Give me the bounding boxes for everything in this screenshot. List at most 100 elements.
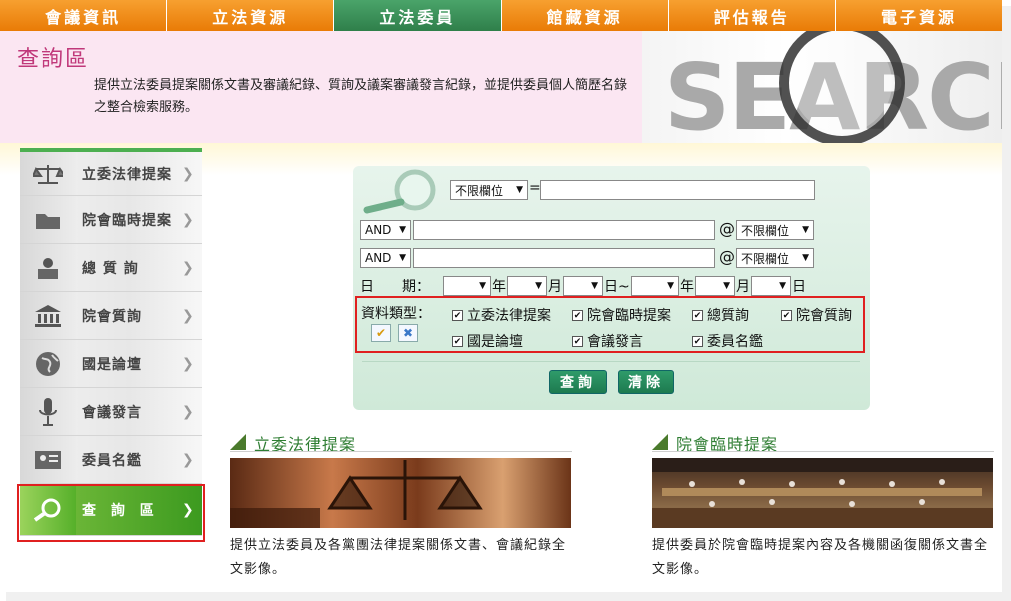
boolean-operator-select-3[interactable]: AND ▼ bbox=[360, 248, 411, 268]
folder-icon bbox=[20, 196, 76, 243]
dropdown-arrow-icon: ▼ bbox=[591, 281, 598, 291]
id-card-icon bbox=[20, 436, 76, 483]
field-select-1[interactable]: 不限欄位 ▼ bbox=[450, 180, 528, 200]
keyword-input-1[interactable] bbox=[540, 180, 815, 200]
chevron-right-icon: ❯ bbox=[182, 451, 194, 468]
speaker-podium-icon bbox=[20, 244, 76, 291]
chevron-right-icon: ❯ bbox=[182, 355, 194, 372]
sidebar-item-label: 立委法律提案 bbox=[82, 166, 172, 183]
sidebar-item-label: 院會質詢 bbox=[82, 308, 142, 325]
tab-assessment-reports[interactable]: 評估報告 bbox=[668, 0, 836, 31]
year-label: 年 bbox=[680, 279, 694, 295]
chevron-right-icon: ❯ bbox=[182, 307, 194, 324]
sidebar-item-meeting-speeches[interactable]: 會議發言 ❯ bbox=[20, 388, 202, 436]
page-header: 查詢區 提供立法委員提案關係文書及審議紀錄、質詢及議案審議發言紀錄，並提供委員個… bbox=[0, 31, 1002, 143]
month-label: 月 bbox=[736, 279, 750, 295]
start-month-select[interactable]: ▼ bbox=[507, 276, 547, 296]
sidebar-item-label: 院會臨時提案 bbox=[82, 212, 172, 229]
sidebar-item-legislator-bills[interactable]: 立委法律提案 ❯ bbox=[20, 148, 202, 196]
section-marker-icon bbox=[652, 434, 668, 450]
assembly-hall-graphic bbox=[652, 458, 993, 528]
dropdown-arrow-icon: ▼ bbox=[399, 225, 406, 235]
sidebar-item-label: 國是論壇 bbox=[82, 356, 142, 373]
equals-sign: = bbox=[529, 180, 541, 196]
page-shadow-bottom bbox=[6, 592, 1011, 601]
sidebar-item-label: 總 質 詢 bbox=[82, 260, 139, 277]
end-month-select[interactable]: ▼ bbox=[695, 276, 735, 296]
keyword-input-2[interactable] bbox=[413, 220, 715, 240]
month-label: 月 bbox=[548, 279, 562, 295]
at-sign: @ bbox=[719, 219, 735, 238]
tab-legislators[interactable]: 立法委員 bbox=[334, 0, 502, 31]
chevron-right-icon: ❯ bbox=[182, 165, 194, 182]
dropdown-arrow-icon: ▼ bbox=[479, 281, 486, 291]
dropdown-arrow-icon: ▼ bbox=[399, 253, 406, 263]
field-select-3[interactable]: 不限欄位 ▼ bbox=[736, 248, 814, 268]
chevron-right-icon: ❯ bbox=[182, 403, 194, 420]
page-title: 查詢區 bbox=[17, 47, 90, 72]
dropdown-arrow-icon: ▼ bbox=[667, 281, 674, 291]
search-banner-image: SEARCH bbox=[642, 31, 1002, 143]
tab-electronic-resources[interactable]: 電子資源 bbox=[835, 0, 1003, 31]
end-day-select[interactable]: ▼ bbox=[751, 276, 791, 296]
operator-value: AND bbox=[365, 223, 392, 237]
dropdown-arrow-icon: ▼ bbox=[779, 281, 786, 291]
dropdown-arrow-icon: ▼ bbox=[723, 281, 730, 291]
top-navigation: 會議資訊 立法資源 立法委員 館藏資源 評估報告 電子資源 bbox=[0, 0, 1003, 31]
tab-collection-resources[interactable]: 館藏資源 bbox=[501, 0, 669, 31]
dropdown-arrow-icon: ▼ bbox=[802, 225, 809, 235]
keyword-input-3[interactable] bbox=[413, 248, 715, 268]
section-divider bbox=[230, 451, 572, 452]
day-to-label: 日~ bbox=[604, 279, 630, 295]
sidebar-item-label: 會議發言 bbox=[82, 404, 142, 421]
boolean-operator-select-2[interactable]: AND ▼ bbox=[360, 220, 411, 240]
chevron-right-icon: ❯ bbox=[182, 211, 194, 228]
dropdown-arrow-icon: ▼ bbox=[535, 281, 542, 291]
query-button[interactable]: 查詢 bbox=[549, 370, 607, 394]
page-description: 提供立法委員提案關係文書及審議紀錄、質詢及議案審議發言紀錄，並提供委員個人簡歷名… bbox=[94, 78, 628, 115]
sidebar-item-national-forum[interactable]: 國是論壇 ❯ bbox=[20, 340, 202, 388]
at-sign: @ bbox=[719, 247, 735, 266]
date-label: 日 期： bbox=[360, 279, 430, 295]
panel-divider bbox=[362, 361, 860, 362]
sidebar-item-legislator-directory[interactable]: 委員名鑑 ❯ bbox=[20, 436, 202, 484]
sidebar-item-temporary-motions[interactable]: 院會臨時提案 ❯ bbox=[20, 196, 202, 244]
end-year-select[interactable]: ▼ bbox=[631, 276, 679, 296]
operator-value: AND bbox=[365, 251, 392, 265]
field-select-3-value: 不限欄位 bbox=[741, 251, 790, 266]
tab-meeting-info[interactable]: 會議資訊 bbox=[0, 0, 168, 31]
sidebar-item-general-interpellation[interactable]: 總 質 詢 ❯ bbox=[20, 244, 202, 292]
highlight-box-data-types bbox=[355, 296, 865, 353]
section-divider bbox=[652, 451, 994, 452]
magnifier-icon bbox=[359, 168, 439, 218]
search-banner-graphic: SEARCH bbox=[664, 31, 1002, 143]
section-description: 提供立法委員及各黨團法律提案關係文書、會議紀錄全文影像。 bbox=[230, 538, 567, 577]
field-select-1-value: 不限欄位 bbox=[455, 183, 504, 198]
section-marker-icon bbox=[230, 434, 246, 450]
sidebar-item-plenary-interpellation[interactable]: 院會質詢 ❯ bbox=[20, 292, 202, 340]
highlight-box-sidebar bbox=[17, 484, 205, 542]
microphone-icon bbox=[20, 388, 76, 435]
start-day-select[interactable]: ▼ bbox=[563, 276, 603, 296]
clear-button[interactable]: 清除 bbox=[618, 370, 674, 394]
year-label: 年 bbox=[492, 279, 506, 295]
dropdown-arrow-icon: ▼ bbox=[516, 185, 523, 195]
legislator-bills-image[interactable] bbox=[230, 458, 571, 528]
scales-icon bbox=[20, 152, 76, 195]
temporary-motions-image[interactable] bbox=[652, 458, 993, 528]
day-label: 日 bbox=[792, 279, 806, 295]
field-select-2[interactable]: 不限欄位 ▼ bbox=[736, 220, 814, 240]
sidebar: 立委法律提案 ❯ 院會臨時提案 ❯ 總 質 詢 ❯ 院會質詢 ❯ 國是論壇 ❯ … bbox=[20, 148, 202, 536]
tab-legislative-resources[interactable]: 立法資源 bbox=[167, 0, 335, 31]
globe-icon bbox=[20, 340, 76, 387]
page-shadow-right bbox=[1002, 6, 1011, 601]
start-year-select[interactable]: ▼ bbox=[443, 276, 491, 296]
chevron-right-icon: ❯ bbox=[182, 259, 194, 276]
sidebar-item-label: 委員名鑑 bbox=[82, 452, 142, 469]
field-select-2-value: 不限欄位 bbox=[741, 223, 790, 238]
government-building-icon bbox=[20, 292, 76, 339]
section-description: 提供委員於院會臨時提案內容及各機關函復關係文書全文影像。 bbox=[652, 538, 989, 577]
page: 會議資訊 立法資源 立法委員 館藏資源 評估報告 電子資源 查詢區 提供立法委員… bbox=[0, 0, 1011, 601]
dropdown-arrow-icon: ▼ bbox=[802, 253, 809, 263]
scales-of-justice-graphic bbox=[230, 460, 483, 528]
